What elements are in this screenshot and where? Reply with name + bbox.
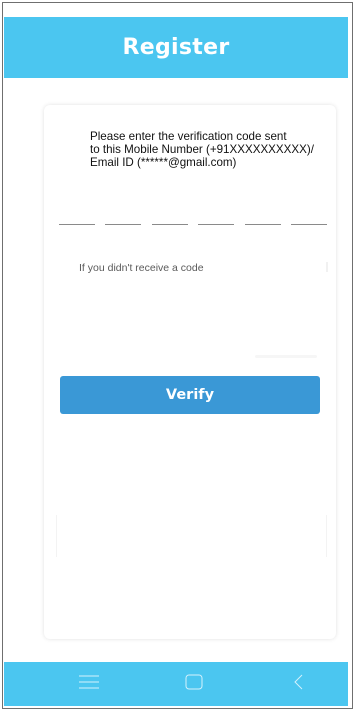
verification-message-line-3: Email ID (******@gmail.com) — [90, 156, 237, 169]
nav-menu-button[interactable] — [59, 662, 119, 706]
otp-digit-5[interactable] — [244, 214, 281, 225]
system-navigation-bar — [4, 662, 348, 706]
verify-button[interactable]: Verify — [60, 376, 320, 414]
otp-digit-3[interactable] — [151, 214, 188, 225]
verification-message-line-2: to this Mobile Number (+91XXXXXXXXXX)/ — [90, 143, 314, 156]
verification-message: Please enter the verification code sent … — [90, 130, 340, 169]
faint-text-placeholder — [255, 355, 317, 358]
home-icon — [183, 672, 205, 697]
nav-home-button[interactable] — [164, 662, 224, 706]
verification-card — [44, 105, 336, 639]
app-header: Register — [4, 17, 348, 78]
faint-divider-right — [326, 515, 327, 557]
otp-digit-4[interactable] — [198, 214, 235, 225]
page-title: Register — [122, 35, 230, 60]
menu-icon — [77, 672, 101, 697]
faint-mark — [326, 262, 328, 272]
otp-digit-6[interactable] — [290, 214, 327, 225]
faint-divider-left — [56, 515, 57, 557]
nav-back-button[interactable] — [269, 662, 329, 706]
otp-digit-2[interactable] — [105, 214, 142, 225]
resend-code-prompt: If you didn't receive a code — [79, 262, 204, 274]
otp-code-inputs — [59, 214, 327, 225]
verification-message-line-1: Please enter the verification code sent — [90, 130, 287, 143]
otp-digit-1[interactable] — [59, 214, 95, 225]
back-icon — [291, 672, 307, 697]
